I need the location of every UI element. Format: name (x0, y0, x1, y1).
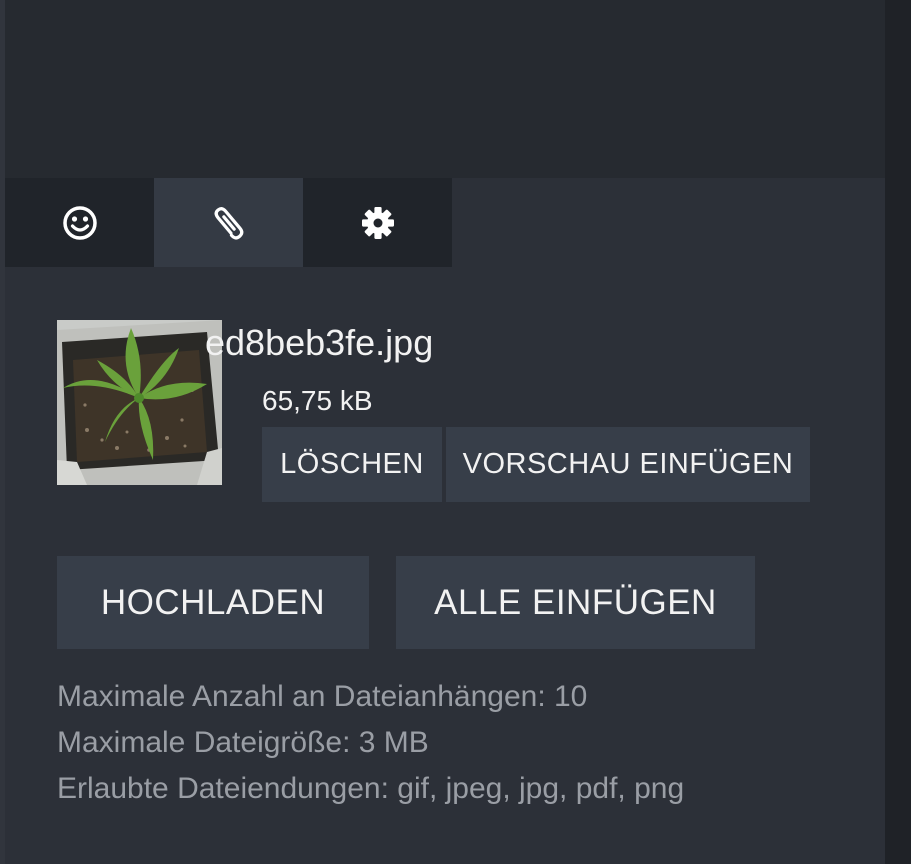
editor-tab-bar (5, 178, 452, 267)
upload-button[interactable]: HOCHLADEN (57, 556, 369, 649)
delete-attachment-button[interactable]: LÖSCHEN (262, 427, 442, 502)
tab-settings[interactable] (303, 178, 452, 267)
tab-attachments[interactable] (154, 178, 303, 267)
allowed-extensions-info: Erlaubte Dateiendungen: gif, jpeg, jpg, … (57, 772, 685, 805)
tab-smilies[interactable] (5, 178, 154, 267)
gear-icon (361, 206, 394, 239)
max-file-size-info: Maximale Dateigröße: 3 MB (57, 726, 429, 759)
insert-preview-button[interactable]: VORSCHAU EINFÜGEN (446, 427, 810, 502)
attachment-file-name: ed8beb3fe.jpg (205, 322, 434, 363)
paperclip-icon (214, 206, 243, 239)
smiley-icon (62, 205, 97, 240)
attachment-file-size: 65,75 kB (262, 385, 373, 416)
insert-all-button[interactable]: ALLE EINFÜGEN (396, 556, 755, 649)
scrollbar-track[interactable] (885, 0, 911, 864)
attachment-thumbnail[interactable] (57, 320, 222, 485)
max-attachments-info: Maximale Anzahl an Dateianhängen: 10 (57, 680, 588, 713)
editor-text-area[interactable] (5, 0, 885, 178)
